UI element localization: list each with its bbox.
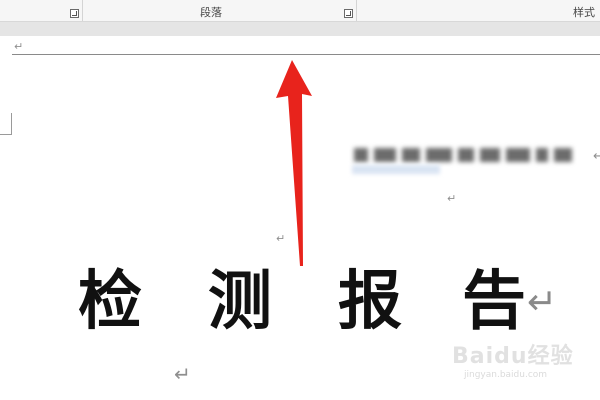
blurred-underline <box>352 165 440 174</box>
ribbon-group-separator <box>356 0 357 21</box>
ribbon-group-separator <box>82 0 83 21</box>
paragraph-dialog-launcher-icon[interactable] <box>344 9 353 18</box>
paragraph-mark: ↵ <box>174 362 191 386</box>
title-char: 告 <box>462 265 526 339</box>
title-char: 检 <box>78 265 142 339</box>
page-corner-mark <box>0 113 12 135</box>
title-char: 测 <box>208 265 272 339</box>
ribbon-group-paragraph-label: 段落 <box>200 6 222 19</box>
paragraph-mark: ↵ <box>14 40 24 53</box>
baidu-watermark: Baidu经验 jingyan.baidu.com <box>452 338 592 388</box>
watermark-brand: Baidu经验 <box>452 344 574 369</box>
title-char: 报 <box>338 265 402 339</box>
red-annotation-arrow <box>276 60 312 266</box>
ruler-strip <box>0 22 600 36</box>
watermark-url: jingyan.baidu.com <box>464 370 548 380</box>
ribbon-group-styles-label: 样式 <box>573 6 595 19</box>
paragraph-mark: ↵ <box>447 192 457 205</box>
blurred-text <box>354 145 600 165</box>
title-paragraph-mark: ↵ <box>527 282 558 323</box>
font-dialog-launcher-icon[interactable] <box>70 9 79 18</box>
ribbon-group-bar: 段落 样式 <box>0 0 600 22</box>
header-boundary-line <box>12 54 600 55</box>
paragraph-mark: ↵ <box>593 149 600 164</box>
document-title: 检 测 报 告 <box>78 262 538 342</box>
